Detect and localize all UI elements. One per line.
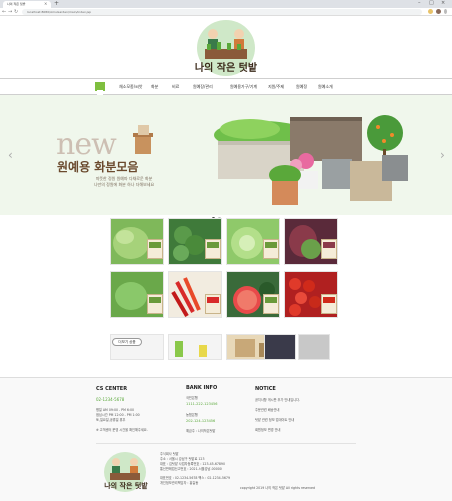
- product-card[interactable]: [264, 334, 296, 360]
- nav-item-garden-tools[interactable]: 원예장/관리: [193, 81, 213, 92]
- site-footer: [0, 377, 452, 501]
- banner-subtitle: 따뜻한 정원 원예파 다채로운 화분 나만의 정원에 화분 하나 더해보세요: [84, 176, 164, 188]
- product-card[interactable]: [298, 334, 330, 360]
- back-icon[interactable]: ←: [2, 8, 6, 16]
- product-card[interactable]: [110, 218, 164, 265]
- bank-info-title: BANK INFO: [186, 385, 218, 391]
- footer-logo-text: 나의 작은 텃밭: [104, 482, 148, 490]
- maximize-icon[interactable]: □: [429, 0, 434, 6]
- product-card[interactable]: [226, 271, 280, 318]
- cs-hours-3: 토,일요일,공휴일 휴무: [96, 418, 126, 422]
- notice-item[interactable]: 텃밭 관련 정보 업데이트 안내: [255, 418, 294, 423]
- nav-top-divider: [0, 78, 452, 79]
- nav-item-furniture[interactable]: 원예용가구/기계: [230, 81, 257, 92]
- notice-title: NOTICE: [255, 386, 276, 392]
- company-license: 통신판매업신고번호 : 2021-서울강남-00000: [160, 467, 222, 471]
- nav-item-seedlings[interactable]: 채소모종/씨앗: [119, 81, 142, 92]
- banner-new-word: new: [56, 127, 117, 162]
- cs-phone: 02-1234-5678: [96, 397, 125, 402]
- banner-next-arrow[interactable]: ›: [440, 148, 445, 162]
- cs-center-title: CS CENTER: [96, 386, 128, 392]
- new-tab-icon[interactable]: +: [54, 0, 59, 7]
- bank-account-2: 202-124-123456: [186, 419, 216, 423]
- product-card[interactable]: [284, 271, 338, 318]
- notice-item[interactable]: 회원정보 변경 안내: [255, 428, 281, 433]
- nav-item-support[interactable]: 지원/주제: [268, 81, 284, 92]
- url-input[interactable]: localhost:8080/AmuGarden/main/index.jsp: [22, 9, 422, 15]
- bank-name-1: 국민은행: [186, 396, 198, 400]
- nav-item-fertilizer[interactable]: 비료: [172, 81, 179, 92]
- bank-account-1: 1111-222-123456: [186, 402, 218, 406]
- bank-name-2: 농협은행: [186, 413, 198, 417]
- banner-subtitle-line2: 나만의 정원에 화분 하나 더해보세요: [93, 182, 155, 187]
- menu-icon[interactable]: [444, 9, 447, 14]
- forward-icon[interactable]: →: [8, 8, 12, 16]
- product-card[interactable]: [226, 218, 280, 265]
- bank-holder: 예금주 : 나의작은텃밭: [186, 429, 216, 433]
- footer-divider: [96, 443, 356, 444]
- nav-item-garden[interactable]: 원예정: [296, 81, 307, 92]
- reload-icon[interactable]: ↻: [14, 8, 18, 16]
- view-more-button[interactable]: 더보기 상품: [112, 338, 142, 346]
- browser-tabbar: [0, 0, 452, 8]
- window-close-icon[interactable]: ×: [441, 0, 445, 6]
- product-card[interactable]: [284, 218, 338, 265]
- company-privacy: 개인정보관리책임자 : 홍길동: [160, 481, 199, 485]
- extension-icon[interactable]: [428, 9, 433, 14]
- product-card[interactable]: [168, 334, 222, 360]
- menu-toggle-button[interactable]: [95, 82, 105, 95]
- profile-avatar[interactable]: [436, 9, 441, 14]
- product-card[interactable]: [110, 271, 164, 318]
- copyright: copyright 2019 나의 작은 텃밭 All rights reser…: [240, 486, 316, 490]
- logo-text[interactable]: 나의 작은 텃밭: [190, 59, 262, 74]
- product-card[interactable]: [168, 218, 222, 265]
- banner-title: 원예용 화분모음: [57, 160, 139, 174]
- tab-close-icon[interactable]: ×: [44, 1, 47, 6]
- notice-item[interactable]: 주문관련 배송안내: [255, 408, 279, 413]
- nav-item-about[interactable]: 원예소개: [318, 81, 333, 92]
- nav-item-pots[interactable]: 화분: [151, 81, 158, 92]
- cs-note: ※ 고객센터 운영 시간을 확인해주세요.: [96, 428, 148, 432]
- notice-item[interactable]: 공지사항 게시판 추가 안내입니다.: [255, 398, 300, 403]
- minimize-icon[interactable]: –: [418, 0, 421, 6]
- product-card[interactable]: [168, 271, 222, 318]
- banner-prev-arrow[interactable]: ‹: [8, 148, 13, 162]
